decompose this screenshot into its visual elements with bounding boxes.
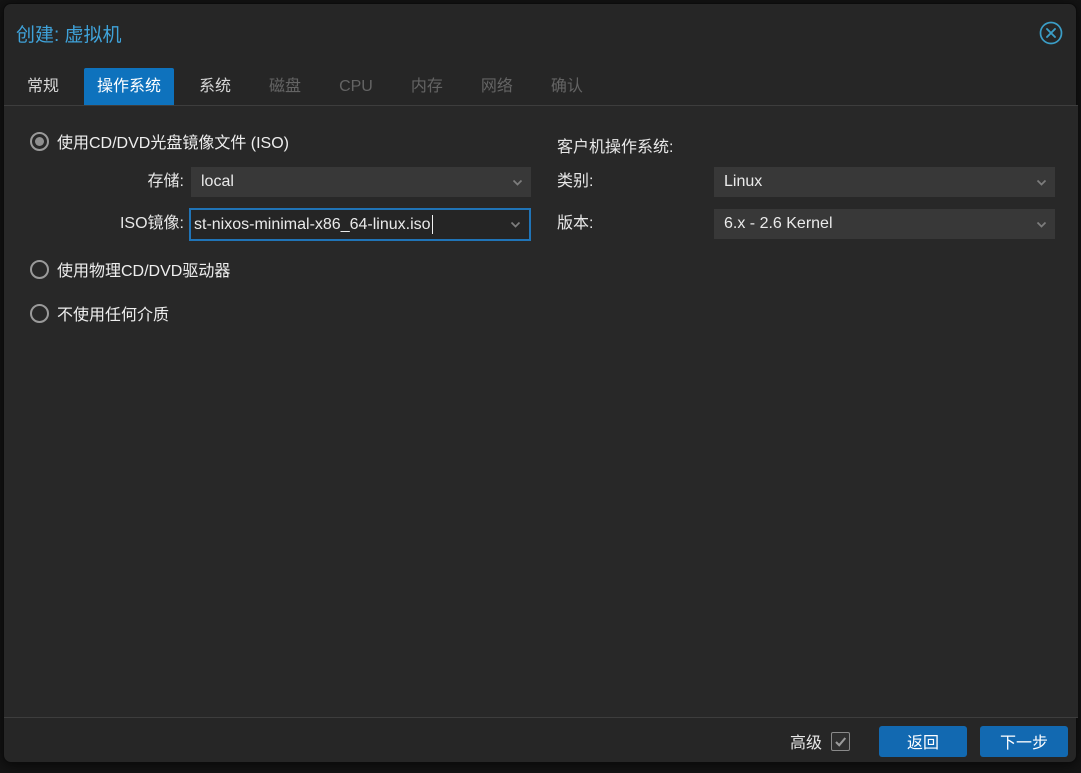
chevron-down-icon[interactable] xyxy=(1027,167,1055,197)
os-version-select[interactable]: 6.x - 2.6 Kernel xyxy=(714,209,1055,239)
radio-physical-drive[interactable]: 使用物理CD/DVD驱动器 xyxy=(30,257,230,281)
tab-cpu: CPU xyxy=(339,78,373,95)
guest-os-heading: 客户机操作系统: xyxy=(557,139,674,156)
radio-unselected-icon xyxy=(30,303,49,323)
create-vm-dialog: 创建: 虚拟机 常规 操作系统 系统 磁盘 CPU 内存 网络 确认 使用CD/… xyxy=(3,3,1078,764)
tab-network: 网络 xyxy=(480,78,513,95)
tab-confirm: 确认 xyxy=(550,78,583,95)
chevron-down-icon[interactable] xyxy=(503,167,531,197)
checkmark-icon xyxy=(835,736,847,747)
os-version-value: 6.x - 2.6 Kernel xyxy=(724,215,833,232)
tab-system[interactable]: 系统 xyxy=(186,68,244,105)
back-button[interactable]: 返回 xyxy=(879,725,967,757)
radio-use-iso-label: 使用CD/DVD光盘镜像文件 (ISO) xyxy=(57,135,290,152)
radio-physical-drive-label: 使用物理CD/DVD驱动器 xyxy=(57,263,231,280)
storage-label: 存储: xyxy=(147,173,184,190)
radio-selected-icon xyxy=(30,131,49,151)
iso-image-input[interactable]: st-nixos-minimal-x86_64-linux.iso xyxy=(189,208,531,241)
iso-image-label: ISO镜像: xyxy=(119,215,184,232)
chevron-down-icon[interactable] xyxy=(1027,209,1055,239)
advanced-checkbox[interactable] xyxy=(831,731,850,751)
text-cursor xyxy=(431,215,433,234)
os-type-select[interactable]: Linux xyxy=(714,167,1055,197)
chevron-down-icon[interactable] xyxy=(501,210,529,239)
radio-no-media-label: 不使用任何介质 xyxy=(57,307,170,324)
radio-no-media[interactable]: 不使用任何介质 xyxy=(30,301,169,325)
tab-general[interactable]: 常规 xyxy=(14,68,72,105)
radio-unselected-icon xyxy=(30,259,49,279)
storage-value: local xyxy=(201,173,234,190)
os-type-value: Linux xyxy=(724,173,763,190)
radio-use-iso[interactable]: 使用CD/DVD光盘镜像文件 (ISO) xyxy=(30,129,289,153)
dialog-titlebar: 创建: 虚拟机 xyxy=(4,4,1076,61)
iso-image-value: st-nixos-minimal-x86_64-linux.iso xyxy=(194,215,431,233)
wizard-tabbar: 常规 操作系统 系统 磁盘 CPU 内存 网络 确认 xyxy=(14,64,596,105)
tab-memory: 内存 xyxy=(410,78,443,95)
os-type-label: 类别: xyxy=(557,173,594,190)
wizard-footer: 高级 返回 下一步 xyxy=(4,718,1078,764)
next-button[interactable]: 下一步 xyxy=(980,725,1068,757)
os-form-panel: 使用CD/DVD光盘镜像文件 (ISO) 存储: local ISO镜像: st… xyxy=(4,105,1078,718)
tab-disks: 磁盘 xyxy=(269,78,302,95)
advanced-label: 高级 xyxy=(789,735,822,752)
storage-select[interactable]: local xyxy=(191,167,531,197)
dialog-title: 创建: 虚拟机 xyxy=(16,25,122,46)
os-version-label: 版本: xyxy=(557,215,594,232)
close-icon[interactable] xyxy=(1038,20,1064,46)
tab-os[interactable]: 操作系统 xyxy=(84,68,175,105)
